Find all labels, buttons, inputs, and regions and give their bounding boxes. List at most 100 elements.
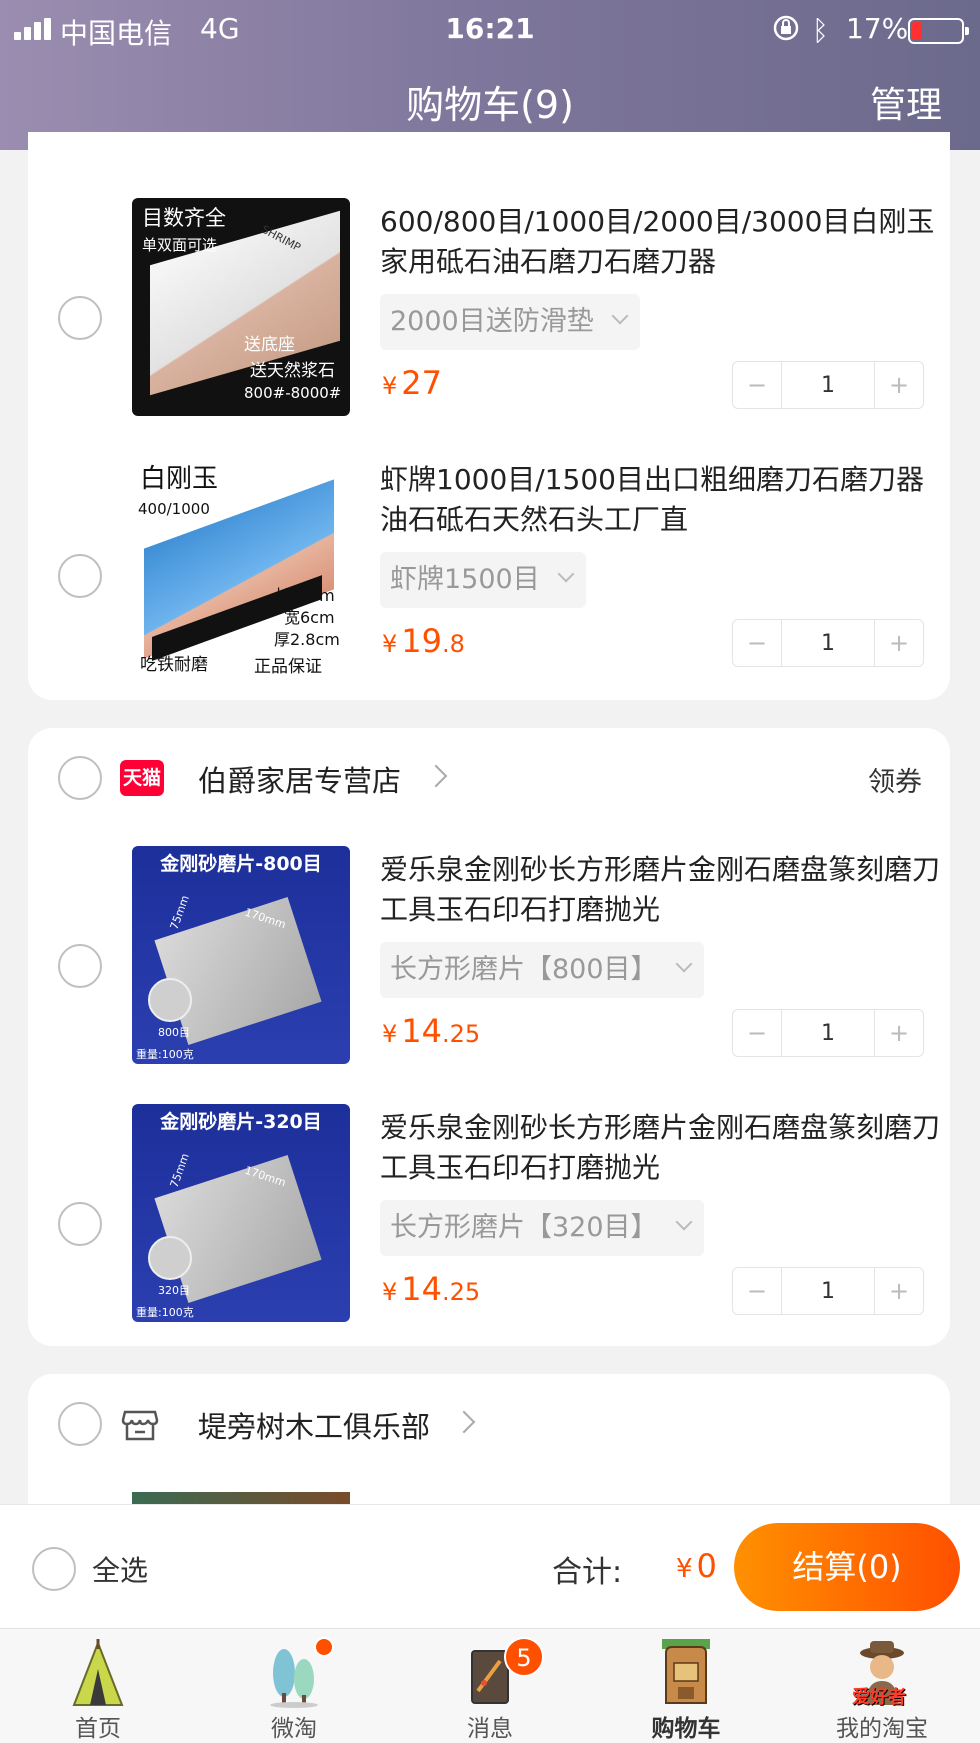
sku-label: 长方形磨片【320目】 [390, 1212, 658, 1243]
thumb-text: 800#-8000# [244, 384, 342, 402]
decrease-button[interactable]: − [733, 1268, 781, 1314]
product-image[interactable]: 金刚砂磨片-320目 75mm 170mm 320目 重量:100克 [132, 1104, 350, 1322]
product-title[interactable]: 600/800目/1000目/2000目/3000目白刚玉家用砥石油石磨刀石磨刀… [380, 202, 940, 282]
chevron-right-icon[interactable] [452, 1410, 476, 1434]
quantity-stepper: − 1 + [732, 361, 924, 409]
quantity-stepper: − 1 + [732, 1009, 924, 1057]
checkout-bar: 全选 合计: ¥0 结算(0) [0, 1504, 980, 1628]
thumb-text: 400/1000 [138, 500, 210, 518]
decrease-button[interactable]: − [733, 362, 781, 408]
nav-header: 中国电信 4G 16:21 ᛒ 17% 购物车(9) 管理 [0, 0, 980, 150]
item-price: ¥19.8 [382, 622, 465, 660]
chevron-down-icon [675, 1213, 693, 1231]
tmall-badge: 天猫 [120, 760, 164, 796]
sku-selector[interactable]: 虾牌1500目 [380, 552, 586, 608]
manage-button[interactable]: 管理 [870, 76, 942, 128]
thumb-text: 320目 [158, 1284, 190, 1297]
shop-header: 堤旁树木工俱乐部 [28, 1374, 950, 1474]
shop-header: 天猫 伯爵家居专营店 领券 [28, 728, 950, 828]
thumb-text: 白刚玉 [140, 464, 219, 494]
increase-button[interactable]: + [875, 1010, 923, 1056]
decrease-button[interactable]: − [733, 1010, 781, 1056]
select-all-label[interactable]: 全选 [92, 1549, 148, 1589]
tab-bar: 首页 微淘 5 消息 购物车 爱好者 我的淘宝 [0, 1628, 980, 1743]
tab-my-taobao[interactable]: 爱好者 我的淘宝 [784, 1629, 980, 1743]
chevron-right-icon[interactable] [424, 764, 448, 788]
thumb-text: 75mm [167, 893, 192, 932]
shop-name[interactable]: 堤旁树木工俱乐部 [198, 1404, 430, 1446]
item-select-checkbox[interactable] [58, 554, 102, 598]
thumb-text: 吃铁耐磨 [140, 655, 208, 674]
product-title[interactable]: 爱乐泉金刚砂长方形磨片金刚石磨盘篆刻磨刀工具玉石印石打磨抛光 [380, 850, 940, 930]
backpack-cart-icon [662, 1639, 710, 1704]
tab-cart[interactable]: 购物车 [588, 1629, 784, 1743]
product-image[interactable]: 目数齐全 单双面可选 送底座 送天然浆石 800#-8000# SHRIMP [132, 198, 350, 416]
cart-item: 白刚玉 400/1000 长18cm 宽6cm 厚2.8cm 吃铁耐磨 正品保证… [28, 456, 950, 676]
total-label: 合计: [552, 1555, 623, 1590]
shop-name[interactable]: 伯爵家居专营店 [198, 758, 401, 800]
shop-card-2: 天猫 伯爵家居专营店 领券 金刚砂磨片-800目 75mm 170mm 800目… [28, 728, 950, 1346]
chevron-down-icon [675, 955, 693, 973]
rotation-lock-icon [773, 15, 799, 41]
thumb-text: 重量:100克 [136, 1048, 194, 1061]
thumb-text: 金刚砂磨片-800目 [160, 853, 322, 875]
cart-item: 目数齐全 单双面可选 送底座 送天然浆石 800#-8000# SHRIMP 6… [28, 198, 950, 418]
tab-messages[interactable]: 5 消息 [392, 1629, 588, 1743]
thumb-text: 送天然浆石 [250, 361, 335, 381]
product-title[interactable]: 爱乐泉金刚砂长方形磨片金刚石磨盘篆刻磨刀工具玉石印石打磨抛光 [380, 1108, 940, 1188]
tab-label: 购物车 [651, 1716, 721, 1742]
item-select-checkbox[interactable] [58, 944, 102, 988]
clock: 16:21 [445, 12, 535, 45]
thumb-text: 目数齐全 [142, 206, 226, 230]
bluetooth-icon: ᛒ [812, 14, 829, 47]
sku-label: 2000目送防滑垫 [390, 306, 594, 337]
product-title[interactable]: 虾牌1000目/1500目出口粗细磨刀石磨刀器油石砥石天然石头工厂直 [380, 460, 940, 540]
thumb-text: 重量:100克 [136, 1306, 194, 1319]
total-value: ¥0 [676, 1547, 717, 1585]
sku-selector[interactable]: 2000目送防滑垫 [380, 294, 640, 350]
sku-selector[interactable]: 长方形磨片【320目】 [380, 1200, 704, 1256]
tab-home[interactable]: 首页 [0, 1629, 196, 1743]
quantity-value[interactable]: 1 [781, 620, 875, 666]
thumb-text: 金刚砂磨片-320目 [160, 1111, 322, 1133]
thumb-text: 75mm [167, 1151, 192, 1190]
product-image[interactable]: 金刚砂磨片-800目 75mm 170mm 800目 重量:100克 [132, 846, 350, 1064]
quantity-value[interactable]: 1 [781, 1268, 875, 1314]
product-image[interactable]: 白刚玉 400/1000 长18cm 宽6cm 厚2.8cm 吃铁耐磨 正品保证 [132, 456, 350, 674]
tab-weitao[interactable]: 微淘 [196, 1629, 392, 1743]
item-select-checkbox[interactable] [58, 296, 102, 340]
sku-selector[interactable]: 长方形磨片【800目】 [380, 942, 704, 998]
select-all-checkbox[interactable] [32, 1547, 76, 1591]
shop-select-checkbox[interactable] [58, 756, 102, 800]
decrease-button[interactable]: − [733, 620, 781, 666]
battery-icon [908, 18, 969, 44]
item-price: ¥14.25 [382, 1012, 481, 1050]
avatar-overlay-text: 爱好者 [852, 1687, 906, 1708]
item-select-checkbox[interactable] [58, 1202, 102, 1246]
thumb-text: 长18cm [274, 586, 335, 605]
thumb-text: 送底座 [244, 335, 295, 355]
thumb-text: 正品保证 [254, 657, 322, 674]
tab-label: 我的淘宝 [836, 1716, 928, 1742]
quantity-stepper: − 1 + [732, 1267, 924, 1315]
thumb-text: 厚2.8cm [274, 630, 340, 649]
tab-label: 首页 [75, 1716, 121, 1742]
home-tent-icon [72, 1639, 124, 1706]
page-title: 购物车(9) [406, 83, 574, 127]
sku-label: 虾牌1500目 [390, 564, 540, 595]
shop-select-checkbox[interactable] [58, 1402, 102, 1446]
increase-button[interactable]: + [875, 1268, 923, 1314]
increase-button[interactable]: + [875, 620, 923, 666]
store-icon [121, 1410, 159, 1441]
battery-percent: 17% [846, 12, 909, 45]
thumb-text: 800目 [158, 1026, 190, 1039]
message-count-badge: 5 [504, 1637, 544, 1677]
notification-dot [314, 1637, 334, 1657]
thumb-text: 单双面可选 [142, 236, 218, 254]
coupon-button[interactable]: 领券 [868, 760, 922, 799]
quantity-value[interactable]: 1 [781, 362, 875, 408]
checkout-button[interactable]: 结算(0) [734, 1523, 960, 1611]
increase-button[interactable]: + [875, 362, 923, 408]
quantity-value[interactable]: 1 [781, 1010, 875, 1056]
shop-card-1: 目数齐全 单双面可选 送底座 送天然浆石 800#-8000# SHRIMP 6… [28, 132, 950, 700]
